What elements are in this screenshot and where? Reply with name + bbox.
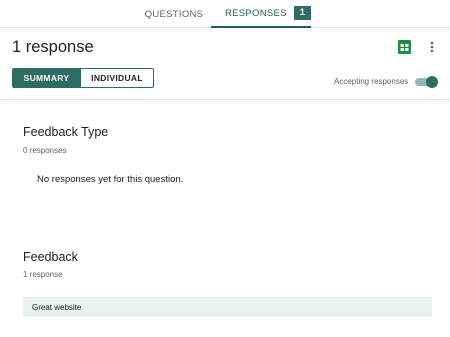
accepting-responses-label: Accepting responses xyxy=(334,77,409,86)
tab-responses[interactable]: RESPONSES 1 xyxy=(211,0,311,28)
individual-button-label: INDIVIDUAL xyxy=(91,73,143,83)
toggle-knob xyxy=(426,76,438,88)
responses-count-badge: 1 xyxy=(293,6,311,20)
tab-questions[interactable]: QUESTIONS xyxy=(136,0,212,28)
page-title: 1 response xyxy=(12,38,94,56)
response-answer-text: Great website xyxy=(32,302,82,312)
tab-responses-label: RESPONSES xyxy=(225,7,287,19)
individual-button[interactable]: INDIVIDUAL xyxy=(80,68,154,88)
header-divider xyxy=(0,99,450,100)
more-vert-icon[interactable] xyxy=(427,40,437,54)
tab-questions-label: QUESTIONS xyxy=(144,8,204,20)
response-answer: Great website xyxy=(23,297,432,317)
summary-button[interactable]: SUMMARY xyxy=(12,68,81,88)
accepting-responses-toggle[interactable] xyxy=(415,76,439,88)
empty-response-message: No responses yet for this question. xyxy=(37,174,184,185)
question-response-count: 0 responses xyxy=(23,146,67,155)
google-sheets-icon[interactable] xyxy=(398,40,411,54)
question-title-feedback: Feedback xyxy=(23,250,78,264)
tab-bar: QUESTIONS RESPONSES 1 xyxy=(0,0,450,28)
question-response-count: 1 response xyxy=(23,270,63,279)
question-title-feedback-type: Feedback Type xyxy=(23,125,109,139)
summary-button-label: SUMMARY xyxy=(23,73,70,83)
